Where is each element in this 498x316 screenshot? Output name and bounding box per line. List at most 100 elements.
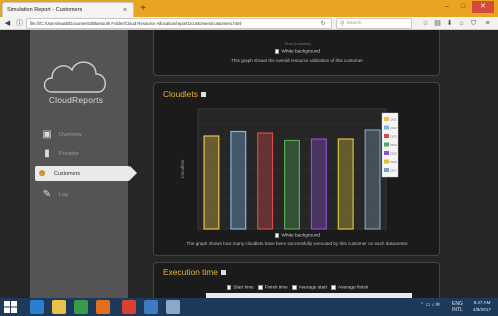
bar-dc4 xyxy=(284,139,300,230)
cloudlets-caption: The graph shows how many cloudlets have … xyxy=(186,241,409,246)
execution-time-title: Execution time xyxy=(163,267,226,277)
time-axis-label: Time (minutes) xyxy=(284,41,311,46)
cloudlets-chart: Cloudlets DC1 DC2 DC3 DC4 DC5 DC6 DC7 xyxy=(180,108,399,230)
average-start-checkbox[interactable] xyxy=(292,285,297,290)
legend-label: DC5 xyxy=(391,151,397,155)
new-tab-button[interactable]: + xyxy=(138,3,148,14)
shield-icon[interactable]: ⛉ xyxy=(468,18,479,29)
url-text: file:///C:/Users/swati/Documents/Bluetoo… xyxy=(30,21,242,26)
chrome-icon[interactable] xyxy=(122,300,136,314)
sidebar-item-overview[interactable]: ▣ Overview xyxy=(40,127,128,142)
page-content: CloudReports ▣ Overview ▮ Provider ☻ Cus… xyxy=(0,30,498,298)
cloudlets-title: Cloudlets xyxy=(163,89,206,99)
search-input[interactable]: ⚲ Search xyxy=(336,18,412,29)
legend-swatch xyxy=(384,168,389,172)
menu-icon[interactable]: ≡ xyxy=(482,18,493,29)
average-finish-checkbox[interactable] xyxy=(331,285,336,290)
tab-simulation-report[interactable]: Simulation Report - Customers × xyxy=(2,2,134,17)
option-label: Average finish xyxy=(337,285,369,291)
cloudreports-logo: CloudReports xyxy=(40,52,112,112)
back-arrow-icon[interactable]: ◀ xyxy=(2,18,13,29)
legend-swatch xyxy=(384,134,389,138)
windows-start-icon[interactable] xyxy=(4,301,17,313)
checkbox-label: White background xyxy=(281,233,321,239)
download-icon[interactable]: ⬇ xyxy=(444,18,455,29)
legend-label: DC7 xyxy=(391,168,397,172)
reload-icon[interactable]: ↻ xyxy=(318,20,328,27)
execution-time-panel: Execution time Start time Finish time Av… xyxy=(153,262,440,298)
address-bar[interactable]: file:///C:/Users/swati/Documents/Bluetoo… xyxy=(26,18,332,29)
sidebar-item-label: Log xyxy=(59,191,68,198)
cloud-icon xyxy=(43,61,106,93)
cloudlets-title-text: Cloudlets xyxy=(163,89,198,99)
legend-swatch xyxy=(384,159,389,164)
legend-swatch xyxy=(384,125,389,130)
sidebar-item-customers[interactable]: ☻ Customers xyxy=(35,166,137,181)
tray-icons[interactable]: ⌃ ▭ ♪ ✉ xyxy=(420,302,440,308)
home-icon[interactable]: ⌂ xyxy=(456,18,467,29)
search-icon: ⚲ xyxy=(340,21,345,27)
app-icon[interactable] xyxy=(166,300,180,314)
clipboard-icon[interactable]: ▤ xyxy=(432,18,443,29)
execution-options: Start time Finish time Average start Ave… xyxy=(154,285,441,291)
export-icon[interactable] xyxy=(220,270,226,276)
overview-icon: ▣ xyxy=(42,129,52,140)
finish-time-checkbox[interactable] xyxy=(258,285,263,290)
internet-explorer-icon[interactable] xyxy=(30,300,44,314)
star-icon[interactable]: ☆ xyxy=(420,18,431,29)
legend-label: DC4 xyxy=(391,143,397,147)
navigation-bar: ◀ ⓘ file:///C:/Users/swati/Documents/Blu… xyxy=(0,17,498,30)
media-icon[interactable] xyxy=(144,300,158,314)
checkbox-label: White background xyxy=(281,49,321,55)
bar-dc5 xyxy=(310,138,327,230)
file-explorer-icon[interactable] xyxy=(52,300,66,314)
utilization-panel: Time (minutes) White background This gra… xyxy=(153,30,440,76)
tab-bar: Simulation Report - Customers × + – □ ✕ xyxy=(0,0,498,17)
legend-swatch xyxy=(384,142,389,147)
clock[interactable]: 9:47 AM 4/9/2017 xyxy=(468,300,496,313)
sidebar-item-provider[interactable]: ▮ Provider xyxy=(40,146,128,161)
minimize-button[interactable]: – xyxy=(440,1,454,13)
legend-label: DC3 xyxy=(391,134,397,138)
option-label: Start time xyxy=(233,285,254,291)
option-label: Average start xyxy=(298,285,328,291)
close-window-button[interactable]: ✕ xyxy=(472,1,494,13)
bar-dc2 xyxy=(230,130,247,230)
log-icon: ✎ xyxy=(42,189,52,200)
customers-icon: ☻ xyxy=(36,168,48,179)
tab-title: Simulation Report - Customers xyxy=(7,7,83,13)
execution-time-title-text: Execution time xyxy=(163,267,218,277)
option-label: Finish time xyxy=(264,285,288,291)
browser-window: Simulation Report - Customers × + – □ ✕ … xyxy=(0,0,498,316)
tab-close-icon[interactable]: × xyxy=(121,7,129,14)
logo-text: CloudReports xyxy=(48,95,104,105)
legend-label: DC6 xyxy=(391,160,397,164)
maximize-button[interactable]: □ xyxy=(456,1,470,13)
sidebar: CloudReports ▣ Overview ▮ Provider ☻ Cus… xyxy=(30,30,137,298)
legend-swatch xyxy=(384,151,389,155)
language-indicator[interactable]: ENG INTL xyxy=(452,301,463,313)
white-background-toggle[interactable]: White background xyxy=(154,233,441,239)
bar-dc7 xyxy=(364,129,381,230)
firefox-icon[interactable] xyxy=(96,300,110,314)
start-time-checkbox[interactable] xyxy=(226,285,232,290)
provider-icon: ▮ xyxy=(44,148,50,159)
export-icon[interactable] xyxy=(200,92,206,98)
info-icon[interactable]: ⓘ xyxy=(14,18,25,29)
search-placeholder: Search xyxy=(346,21,362,26)
store-icon[interactable] xyxy=(74,300,88,314)
utilization-caption: This graph shows the overall resource ut… xyxy=(231,58,364,63)
legend-label: DC2 xyxy=(391,126,397,130)
white-background-toggle[interactable]: White background xyxy=(154,49,441,55)
checkbox[interactable] xyxy=(274,233,280,238)
legend-swatch xyxy=(384,117,389,121)
taskbar: ⌃ ▭ ♪ ✉ ENG INTL 9:47 AM 4/9/2017 xyxy=(0,298,498,316)
checkbox[interactable] xyxy=(274,49,280,54)
active-pointer xyxy=(130,166,137,180)
bar-dc3 xyxy=(257,132,274,230)
sidebar-item-log[interactable]: ✎ Log xyxy=(40,187,128,202)
sidebar-item-label: Overview xyxy=(59,131,82,138)
bar-dc6 xyxy=(337,138,354,230)
sidebar-item-label: Provider xyxy=(59,150,80,157)
cloudlets-panel: Cloudlets Cloudlets DC1 DC2 DC3 DC4 DC5 DC6 DC7… xyxy=(153,82,440,256)
